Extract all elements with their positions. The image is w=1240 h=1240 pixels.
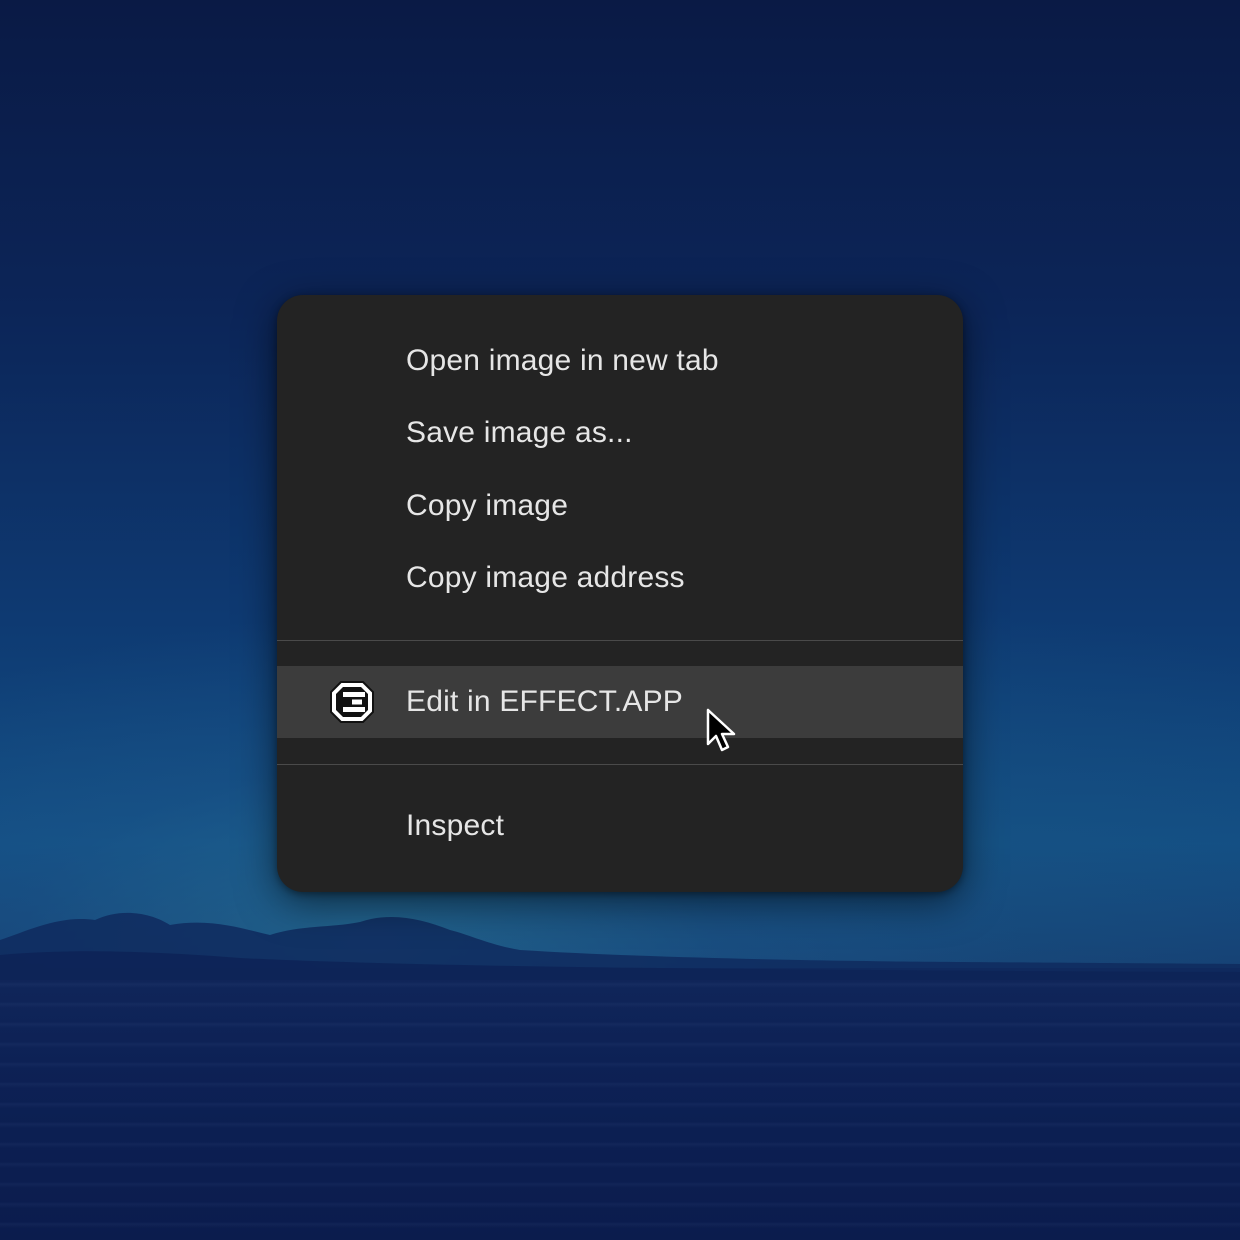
mouse-pointer-icon [706,708,736,752]
menu-item-label: Copy image address [406,561,685,594]
menu-separator [277,640,963,641]
menu-item-copy-image-address[interactable]: Copy image address [277,542,963,614]
menu-item-open-image-in-new-tab[interactable]: Open image in new tab [277,325,963,397]
menu-item-inspect[interactable]: Inspect [277,790,963,862]
menu-item-label: Inspect [406,809,505,842]
menu-item-label: Edit in EFFECT.APP [406,685,684,718]
menu-separator [277,764,963,765]
menu-item-copy-image[interactable]: Copy image [277,470,963,542]
context-menu: Open image in new tab Save image as... C… [277,295,963,892]
menu-item-label: Open image in new tab [406,344,719,377]
effect-app-logo-icon [330,681,374,723]
cloud-silhouette [0,912,1240,980]
menu-item-save-image-as[interactable]: Save image as... [277,397,963,469]
sea-background [0,968,1240,1240]
menu-item-label: Save image as... [406,416,633,449]
menu-item-label: Copy image [406,489,569,522]
menu-item-edit-in-effect-app[interactable]: Edit in EFFECT.APP [277,666,963,738]
